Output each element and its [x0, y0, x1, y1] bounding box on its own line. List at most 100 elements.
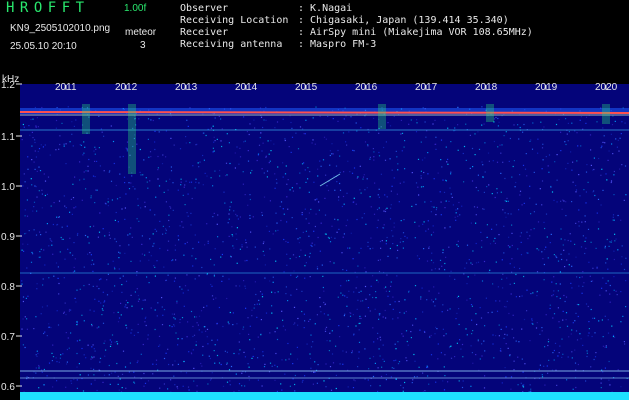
- noise-speck: [621, 164, 623, 166]
- noise-speck: [283, 213, 285, 215]
- noise-speck: [42, 278, 44, 280]
- noise-speck: [494, 237, 496, 239]
- noise-speck: [101, 308, 103, 310]
- noise-speck: [98, 326, 100, 328]
- noise-speck: [624, 165, 627, 167]
- noise-speck: [286, 221, 288, 223]
- noise-speck: [391, 185, 393, 187]
- noise-speck: [432, 231, 435, 233]
- noise-speck: [55, 262, 58, 264]
- noise-speck: [81, 314, 83, 316]
- noise-speck: [29, 134, 31, 136]
- noise-speck: [575, 184, 577, 187]
- noise-speck: [591, 335, 593, 338]
- noise-speck: [104, 355, 106, 357]
- noise-speck: [207, 240, 209, 242]
- noise-speck: [389, 303, 391, 306]
- noise-speck: [43, 173, 45, 175]
- noise-speck: [543, 126, 545, 128]
- noise-speck: [227, 321, 229, 323]
- noise-speck: [148, 251, 150, 253]
- noise-speck: [570, 151, 572, 153]
- noise-speck: [558, 321, 560, 323]
- noise-speck: [620, 291, 622, 293]
- noise-speck: [206, 175, 208, 177]
- noise-speck: [36, 355, 38, 357]
- noise-speck: [216, 354, 219, 357]
- noise-speck: [182, 292, 184, 294]
- noise-speck: [38, 367, 40, 369]
- noise-speck: [111, 334, 114, 336]
- noise-speck: [507, 200, 509, 202]
- noise-speck: [40, 248, 42, 250]
- noise-speck: [108, 171, 110, 173]
- noise-speck: [339, 189, 342, 191]
- noise-speck: [119, 156, 121, 158]
- noise-speck: [291, 187, 293, 189]
- noise-speck: [226, 297, 228, 300]
- noise-speck: [254, 127, 256, 129]
- noise-speck: [342, 132, 345, 134]
- noise-speck: [75, 301, 77, 303]
- noise-speck: [481, 343, 483, 345]
- noise-speck: [299, 237, 301, 239]
- noise-speck: [416, 122, 418, 124]
- noise-speck: [576, 339, 579, 341]
- noise-speck: [359, 315, 361, 317]
- noise-speck: [96, 160, 98, 162]
- noise-speck: [282, 176, 284, 178]
- noise-speck: [27, 168, 29, 170]
- noise-speck: [118, 389, 120, 391]
- noise-speck: [377, 390, 379, 393]
- noise-speck: [363, 174, 365, 176]
- noise-speck: [213, 150, 215, 152]
- noise-speck: [523, 123, 525, 126]
- noise-speck: [261, 168, 263, 170]
- noise-speck: [498, 234, 500, 236]
- noise-speck: [132, 186, 134, 188]
- noise-speck: [318, 209, 320, 211]
- noise-speck: [76, 352, 78, 355]
- noise-speck: [320, 165, 322, 167]
- noise-speck: [590, 164, 592, 166]
- noise-speck: [350, 116, 352, 118]
- noise-speck: [386, 207, 388, 209]
- noise-speck: [76, 234, 79, 236]
- noise-speck: [506, 300, 508, 302]
- noise-speck: [352, 258, 354, 260]
- noise-speck: [130, 227, 132, 229]
- noise-speck: [310, 208, 312, 210]
- noise-speck: [344, 295, 346, 297]
- noise-speck: [364, 315, 366, 317]
- noise-speck: [531, 320, 533, 322]
- noise-speck: [582, 271, 584, 273]
- noise-speck: [566, 325, 569, 327]
- noise-speck: [237, 218, 239, 220]
- noise-speck: [73, 125, 75, 127]
- noise-speck: [492, 334, 494, 336]
- noise-speck: [571, 122, 573, 124]
- noise-speck: [310, 346, 313, 348]
- noise-speck: [249, 194, 251, 196]
- noise-speck: [382, 227, 385, 229]
- noise-speck: [279, 205, 281, 208]
- noise-speck: [581, 221, 583, 223]
- noise-speck: [114, 268, 116, 270]
- noise-speck: [83, 266, 85, 268]
- noise-speck: [556, 201, 558, 203]
- noise-speck: [592, 317, 594, 319]
- noise-speck: [432, 225, 434, 227]
- noise-speck: [192, 349, 194, 351]
- noise-speck: [349, 171, 351, 173]
- noise-speck: [518, 138, 520, 140]
- noise-speck: [30, 261, 33, 263]
- noise-speck: [41, 369, 43, 371]
- noise-speck: [274, 379, 276, 381]
- noise-speck: [604, 245, 606, 247]
- noise-speck: [43, 332, 45, 335]
- noise-speck: [348, 279, 350, 282]
- noise-speck: [611, 143, 613, 145]
- noise-speck: [301, 214, 303, 216]
- noise-speck: [559, 271, 561, 273]
- noise-speck: [526, 231, 528, 233]
